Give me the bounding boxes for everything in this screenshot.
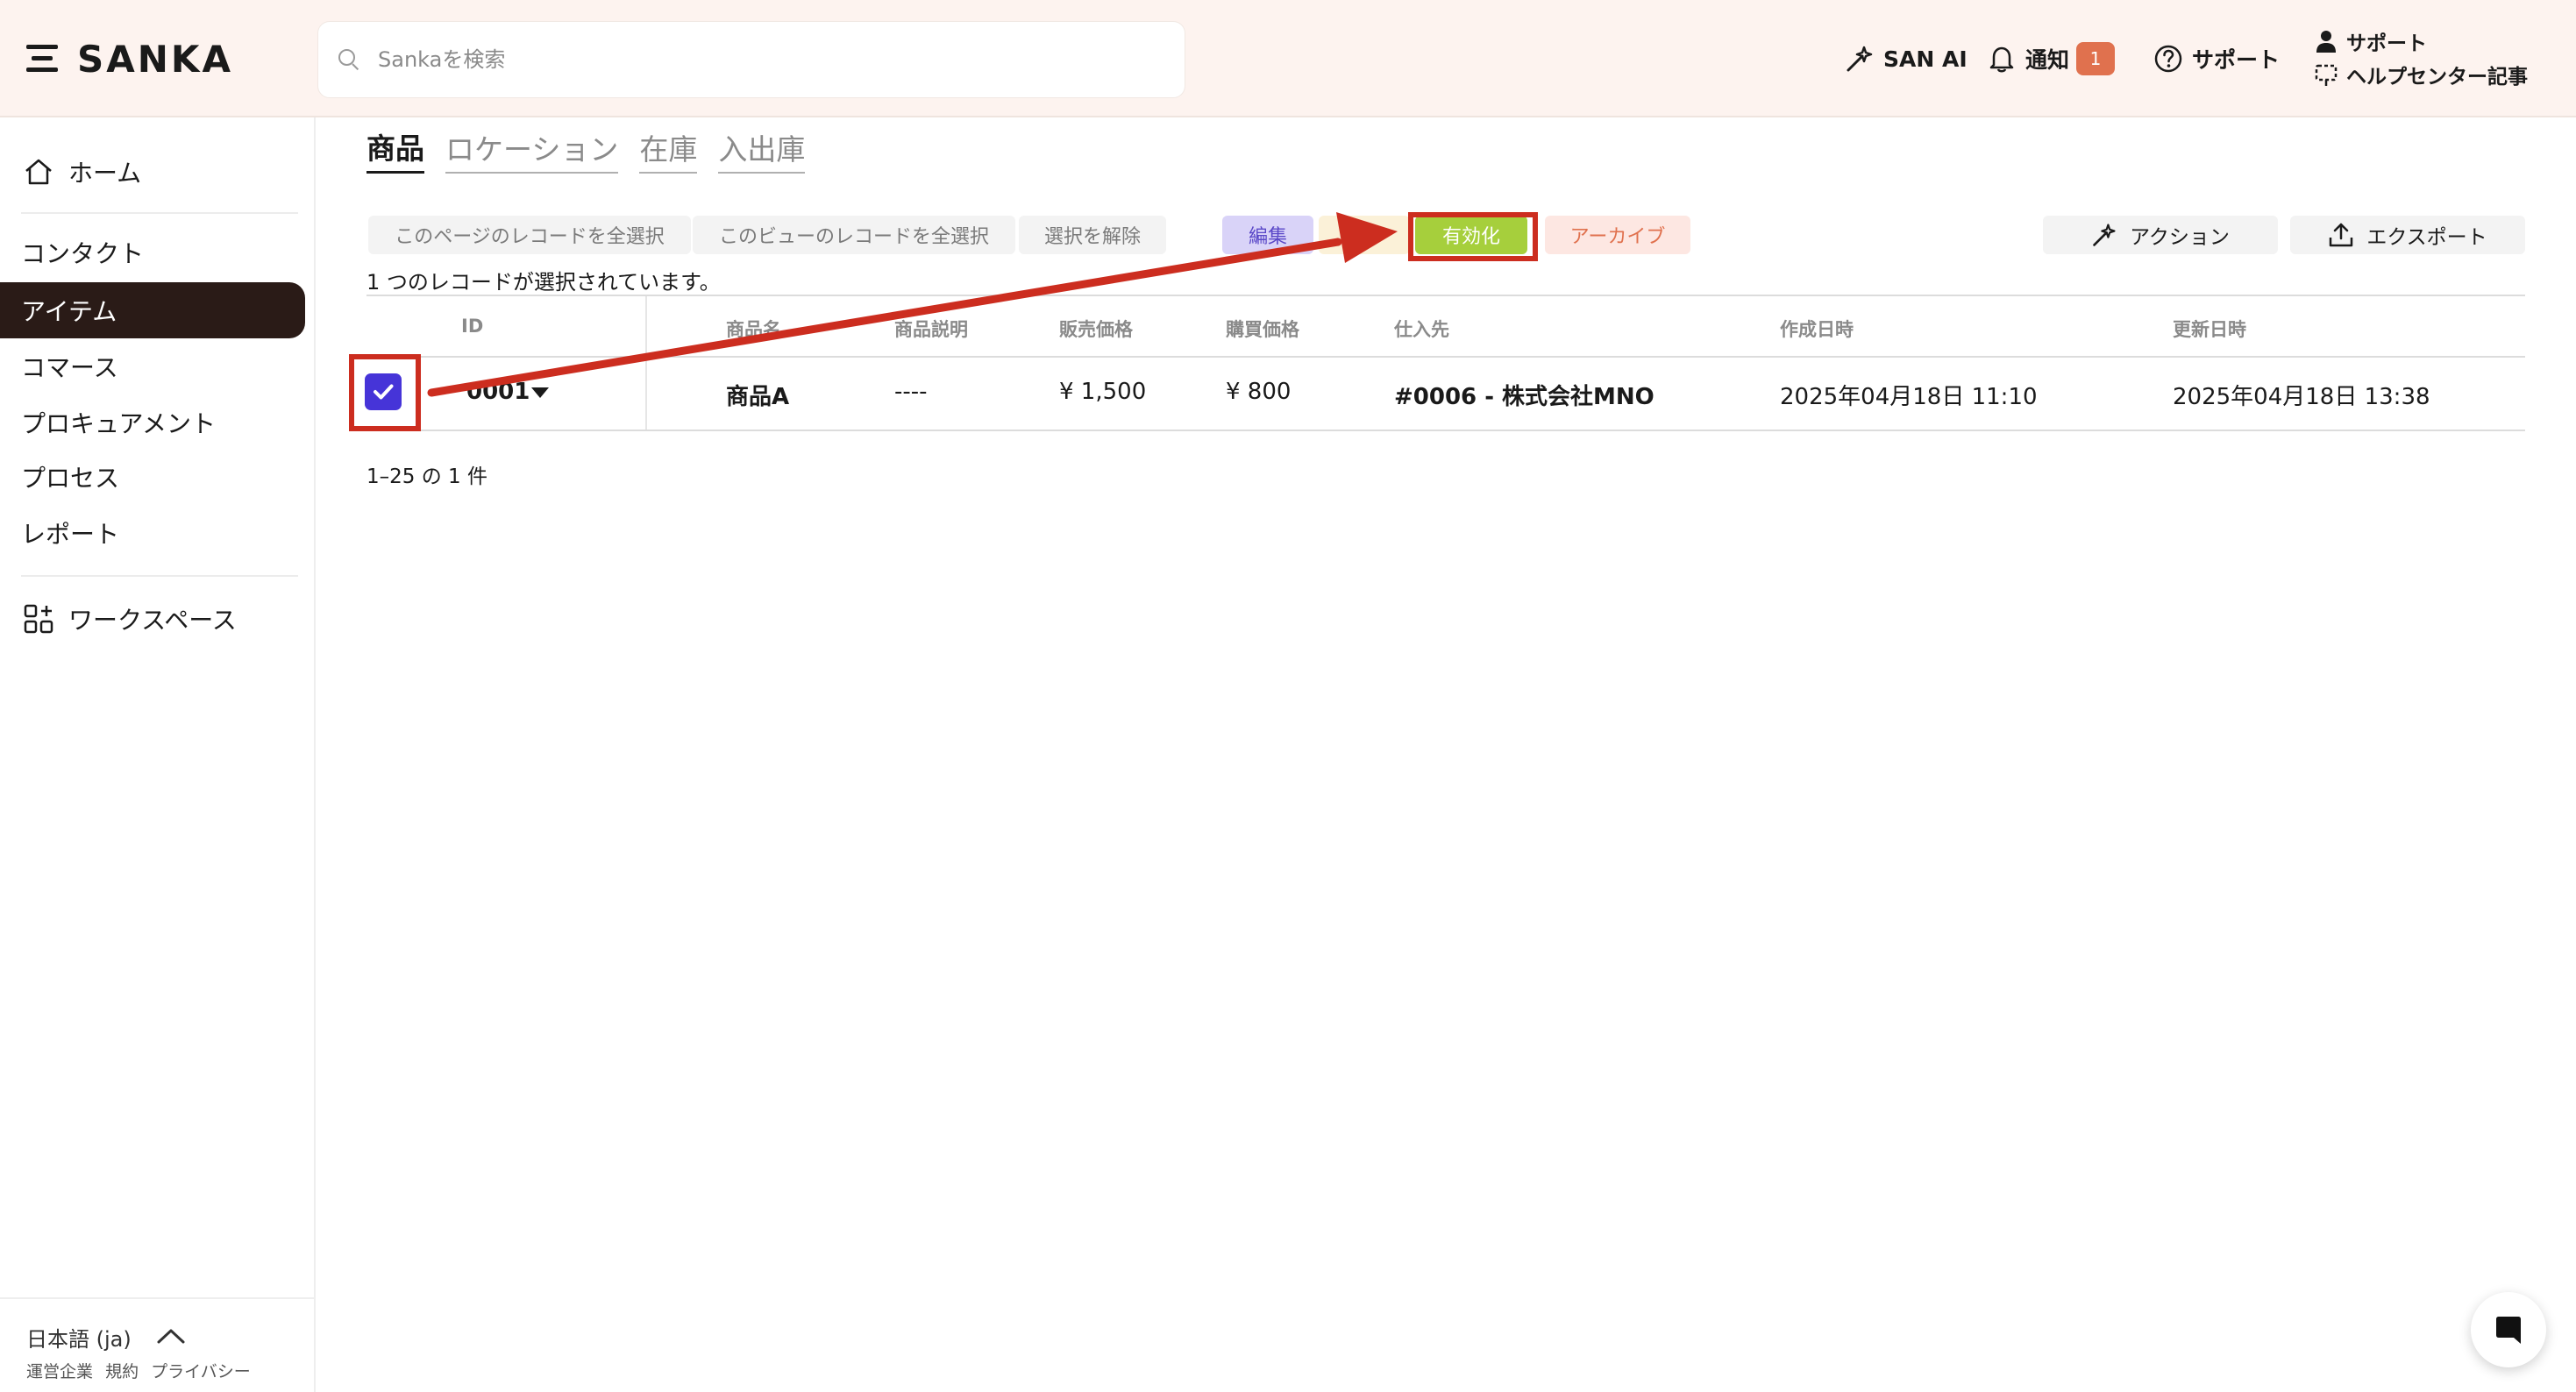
select-view-button[interactable]: このビューのレコードを全選択 [693, 216, 1015, 254]
highlight-checkbox [349, 354, 421, 431]
support-label: サポート [2192, 47, 2281, 73]
table-border [366, 356, 2525, 358]
chevron-up-icon[interactable] [156, 1325, 186, 1350]
cell-description: ---- [894, 379, 928, 405]
upload-icon [2328, 222, 2354, 248]
footer-links: 運営企業 規約 プライバシー [26, 1359, 258, 1382]
annotation-arrow [427, 212, 1398, 397]
search-input[interactable] [378, 47, 1167, 72]
sidebar-item-commerce[interactable]: コマース [0, 338, 305, 394]
logo[interactable]: SANKA [26, 37, 233, 81]
sidebar-item-label: レポート [21, 520, 120, 549]
sidebar-item-items[interactable]: アイテム [0, 282, 305, 338]
sidebar-item-home[interactable]: ホーム [0, 144, 305, 200]
sidebar-item-label: ホーム [68, 159, 142, 188]
object-tabs: 商品 ロケーション 在庫 入出庫 [366, 130, 826, 174]
export-label: エクスポート [2366, 226, 2487, 249]
cell-updated: 2025年04月18日 13:38 [2173, 384, 2430, 410]
sidebar-divider [21, 575, 298, 577]
help-center-icon [2315, 62, 2338, 87]
sidebar-item-label: コマース [21, 353, 118, 382]
actions-button[interactable]: アクション [2043, 216, 2278, 254]
home-icon [21, 154, 56, 189]
grid-plus-icon [21, 601, 56, 636]
column-header-name[interactable]: 商品名 [726, 316, 781, 342]
column-divider [645, 296, 647, 430]
support-stack-bottom: ヘルプセンター記事 [2346, 66, 2528, 89]
language-selector[interactable]: 日本語 (ja) [26, 1322, 186, 1353]
help-circle-icon [2153, 44, 2183, 74]
menu-icon[interactable] [26, 43, 58, 75]
notification-badge: 1 [2076, 42, 2116, 75]
chat-icon [2496, 1317, 2521, 1344]
person-icon [2315, 29, 2338, 53]
sidebar-divider [21, 212, 298, 214]
sidebar-item-label: アイテム [21, 297, 117, 326]
search-bar[interactable] [317, 21, 1185, 98]
sidebar-item-label: ワークスペース [68, 606, 237, 635]
cell-supplier[interactable]: #0006 - 株式会社MNO [1394, 379, 1654, 411]
column-header-created[interactable]: 作成日時 [1780, 316, 1854, 342]
chat-button[interactable] [2471, 1292, 2546, 1367]
edit-button[interactable]: 編集 [1222, 216, 1313, 254]
support-stack-top: サポート [2346, 32, 2427, 55]
footer-link-privacy[interactable]: プライバシー [151, 1362, 251, 1381]
notification-label: 通知 [2025, 47, 2070, 73]
pagination-info: 1–25 の 1 件 [366, 465, 487, 488]
column-header-sale-price[interactable]: 販売価格 [1059, 316, 1133, 342]
cell-name[interactable]: 商品A [726, 379, 789, 411]
sidebar-footer: 日本語 (ja) 運営企業 規約 プライバシー [0, 1297, 314, 1392]
blank-action-button[interactable] [1319, 216, 1410, 254]
sidebar-item-procurement[interactable]: プロキュアメント [0, 394, 305, 451]
sidebar-item-label: プロキュアメント [21, 409, 217, 438]
magic-wand-icon [1845, 44, 1875, 74]
cell-id[interactable]: 0001 [466, 379, 530, 405]
help-center-row[interactable]: ヘルプセンター記事 [2315, 58, 2560, 91]
sidebar-item-label: プロセス [21, 464, 120, 493]
caret-down-icon[interactable] [531, 387, 549, 398]
deselect-button[interactable]: 選択を解除 [1019, 216, 1166, 254]
column-header-supplier[interactable]: 仕入先 [1394, 316, 1449, 342]
help-center-menu[interactable]: サポート ヘルプセンター記事 [2315, 25, 2560, 95]
san-ai-button[interactable]: SAN AI [1845, 39, 1968, 79]
search-icon [338, 48, 360, 71]
tab-products[interactable]: 商品 [366, 125, 424, 174]
cell-purchase-price: ¥ 800 [1226, 379, 1292, 405]
table-border [366, 295, 2525, 296]
cell-created: 2025年04月18日 11:10 [1780, 384, 2038, 410]
column-header-updated[interactable]: 更新日時 [2173, 316, 2246, 342]
top-header: SANKA SAN AI 通知 1 サポート サポート [0, 0, 2576, 117]
column-header-description[interactable]: 商品説明 [894, 316, 968, 342]
sidebar-item-workspace[interactable]: ワークスペース [0, 591, 305, 647]
sidebar-item-reports[interactable]: レポート [0, 505, 305, 561]
footer-link-terms[interactable]: 規約 [105, 1362, 139, 1381]
cell-sale-price: ¥ 1,500 [1059, 379, 1147, 405]
actions-label: アクション [2130, 226, 2230, 249]
table-border [366, 430, 2525, 431]
sidebar-item-contacts[interactable]: コンタクト [0, 224, 305, 281]
column-header-id[interactable]: ID [461, 316, 483, 337]
sidebar-item-process[interactable]: プロセス [0, 449, 305, 505]
support-row[interactable]: サポート [2315, 25, 2560, 58]
sidebar: ホーム コンタクト アイテム コマース プロキュアメント プロセス レポート ワ… [0, 117, 316, 1392]
selection-status: 1 つのレコードが選択されています。 [366, 270, 721, 295]
export-button[interactable]: エクスポート [2290, 216, 2525, 254]
notification-button[interactable]: 通知 1 [1987, 39, 2116, 79]
tab-transactions[interactable]: 入出庫 [718, 126, 806, 174]
highlight-activate [1408, 212, 1538, 261]
tab-inventory[interactable]: 在庫 [639, 126, 698, 174]
san-ai-label: SAN AI [1883, 46, 1968, 72]
tab-locations[interactable]: ロケーション [445, 126, 619, 174]
bell-icon [1987, 44, 2017, 74]
archive-button[interactable]: アーカイブ [1545, 216, 1690, 254]
select-page-button[interactable]: このページのレコードを全選択 [368, 216, 691, 254]
sidebar-item-label: コンタクト [21, 239, 145, 268]
footer-link-company[interactable]: 運営企業 [26, 1362, 93, 1381]
support-button[interactable]: サポート [2153, 39, 2280, 79]
magic-wand-icon [2091, 222, 2117, 248]
logo-text: SANKA [77, 37, 233, 81]
column-header-purchase-price[interactable]: 購買価格 [1226, 316, 1299, 342]
language-label: 日本語 (ja) [26, 1327, 132, 1352]
